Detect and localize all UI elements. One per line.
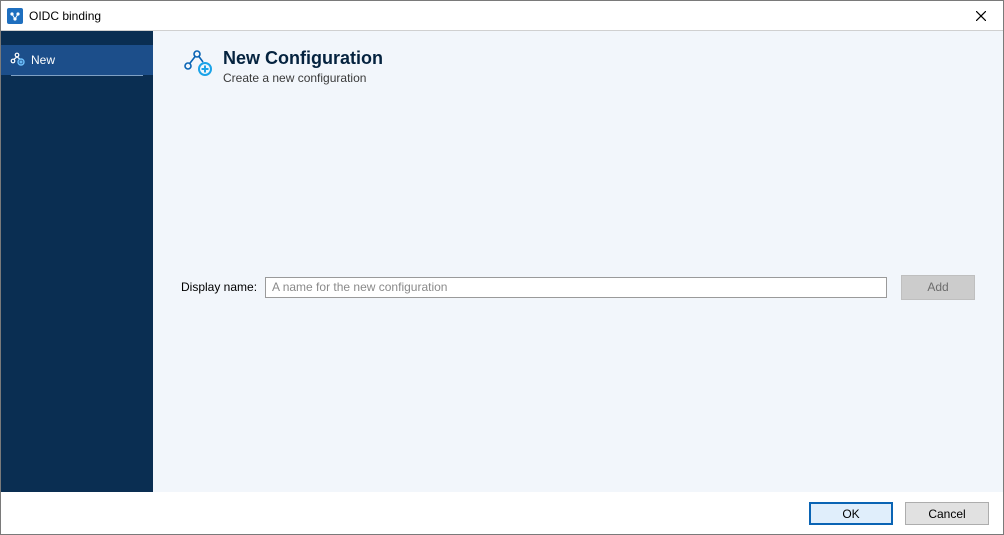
cancel-button[interactable]: Cancel [905, 502, 989, 525]
window-title: OIDC binding [29, 9, 958, 23]
sidebar: New [1, 31, 153, 492]
sidebar-item-new[interactable]: New [1, 45, 153, 75]
app-icon [7, 8, 23, 24]
display-name-row: Display name: Add [181, 275, 975, 300]
page-header-texts: New Configuration Create a new configura… [223, 49, 383, 85]
close-icon [976, 11, 986, 21]
dialog-body: New New Confi [1, 31, 1003, 492]
sidebar-divider [11, 75, 143, 76]
sidebar-item-label: New [31, 53, 55, 67]
new-config-large-icon [181, 49, 213, 81]
page-subtitle: Create a new configuration [223, 71, 383, 85]
add-button[interactable]: Add [901, 275, 975, 300]
dialog-footer: OK Cancel [1, 492, 1003, 534]
titlebar: OIDC binding [1, 1, 1003, 31]
main-panel: New Configuration Create a new configura… [153, 31, 1003, 492]
page-header: New Configuration Create a new configura… [181, 49, 975, 85]
window-close-button[interactable] [958, 1, 1003, 31]
ok-button[interactable]: OK [809, 502, 893, 525]
page-title: New Configuration [223, 49, 383, 69]
display-name-input[interactable] [265, 277, 887, 298]
new-config-icon [9, 52, 25, 68]
display-name-label: Display name: [181, 280, 257, 294]
dialog-window: OIDC binding [0, 0, 1004, 535]
